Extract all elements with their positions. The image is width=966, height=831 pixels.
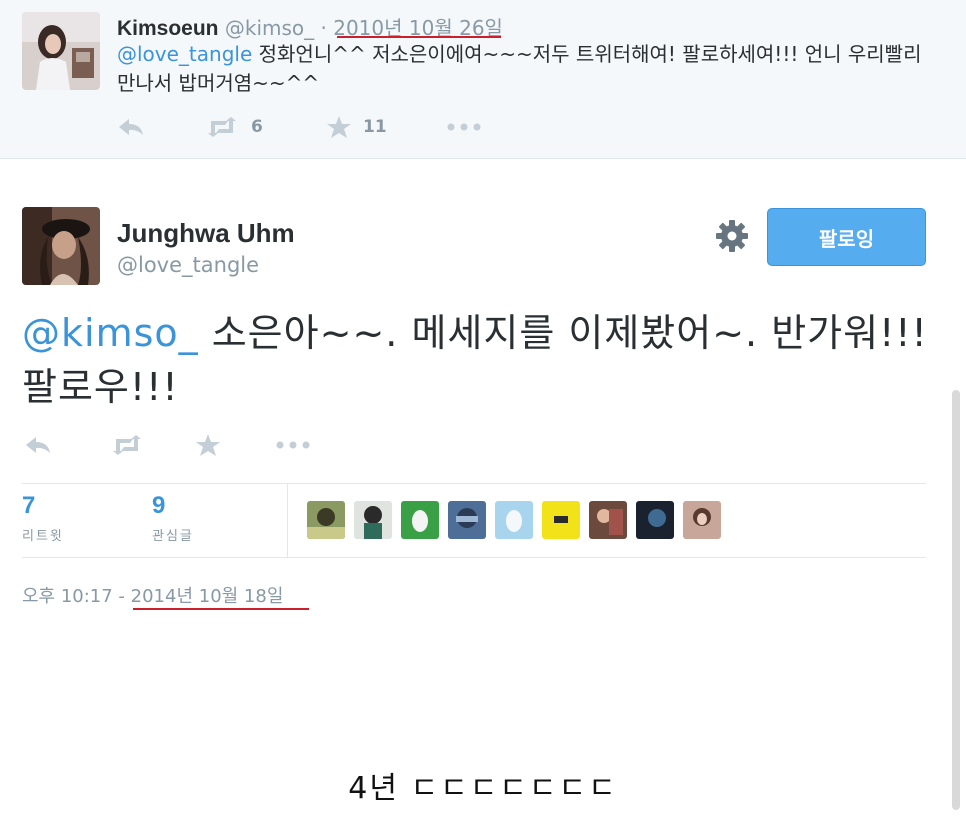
reply-button[interactable] (117, 117, 205, 137)
user-avatar[interactable] (589, 501, 627, 539)
more-button[interactable] (447, 123, 481, 131)
scrollbar[interactable] (952, 390, 960, 810)
junghwa-avatar[interactable] (22, 207, 100, 285)
retweet-icon (208, 117, 236, 137)
favorites-count: 9 (152, 492, 166, 519)
favorite-button[interactable] (196, 434, 276, 456)
separator: · (320, 16, 327, 40)
favoriters-avatars (307, 501, 730, 539)
retweets-count: 7 (22, 492, 36, 519)
favorite-button[interactable]: 11 (327, 116, 447, 138)
reply-tweet: Kimsoeun @kimso_ · 2010년 10월 26일 @love_t… (0, 0, 966, 159)
retweet-button[interactable] (110, 435, 196, 455)
divider (22, 483, 926, 484)
more-button[interactable] (276, 441, 310, 449)
mention-link[interactable]: @kimso_ (22, 311, 199, 355)
user-avatar[interactable] (448, 501, 486, 539)
divider (287, 484, 288, 557)
caption-text: 4년 ㄷㄷㄷㄷㄷㄷㄷ (348, 771, 618, 806)
tweet-text: @love_tangle 정화언니^^ 저소은이에여~~~저두 트위터해여! 팔… (117, 40, 937, 98)
reply-actions: 6 11 (117, 116, 481, 138)
user-avatar[interactable] (401, 501, 439, 539)
more-icon (447, 123, 481, 131)
favorite-icon (196, 434, 220, 456)
retweet-icon (113, 435, 141, 455)
tweet-timestamp[interactable]: 오후 10:17 - 2014년 10월 18일 (22, 582, 283, 608)
divider (22, 557, 926, 558)
author-name[interactable]: Junghwa Uhm (117, 218, 295, 249)
tweet-text: @kimso_ 소은아~~. 메세지를 이제봤어~. 반가워!!! 팔로우!!! (22, 306, 942, 414)
egg-icon (506, 510, 522, 532)
retweets-label: 리트윗 (22, 529, 64, 544)
gear-icon[interactable] (714, 218, 750, 254)
reply-button[interactable] (24, 435, 110, 455)
user-avatar[interactable] (636, 501, 674, 539)
favorite-icon (327, 116, 351, 138)
retweet-button[interactable]: 6 (205, 117, 327, 137)
red-underline (133, 608, 309, 610)
author-name[interactable]: Kimsoeun (117, 17, 219, 40)
user-avatar[interactable] (354, 501, 392, 539)
favorite-count: 11 (363, 117, 387, 137)
retweets-stat[interactable]: 7 리트윗 (22, 492, 64, 544)
user-avatar[interactable] (683, 501, 721, 539)
user-avatar[interactable] (307, 501, 345, 539)
user-avatar[interactable] (542, 501, 580, 539)
following-button[interactable]: 팔로잉 (767, 208, 926, 266)
egg-icon (412, 510, 428, 532)
retweet-count: 6 (251, 117, 263, 137)
red-underline (337, 36, 501, 38)
favorites-stat[interactable]: 9 관심글 (152, 492, 194, 544)
tweet-actions (24, 434, 310, 456)
author-handle[interactable]: @kimso_ (225, 16, 314, 40)
user-avatar[interactable] (495, 501, 533, 539)
kimsoeun-avatar[interactable] (22, 12, 100, 90)
reply-icon (26, 437, 50, 453)
favorites-label: 관심글 (152, 529, 194, 544)
more-icon (276, 441, 310, 449)
author-handle[interactable]: @love_tangle (117, 253, 259, 277)
reply-icon (119, 119, 143, 135)
mention-link[interactable]: @love_tangle (117, 42, 252, 66)
